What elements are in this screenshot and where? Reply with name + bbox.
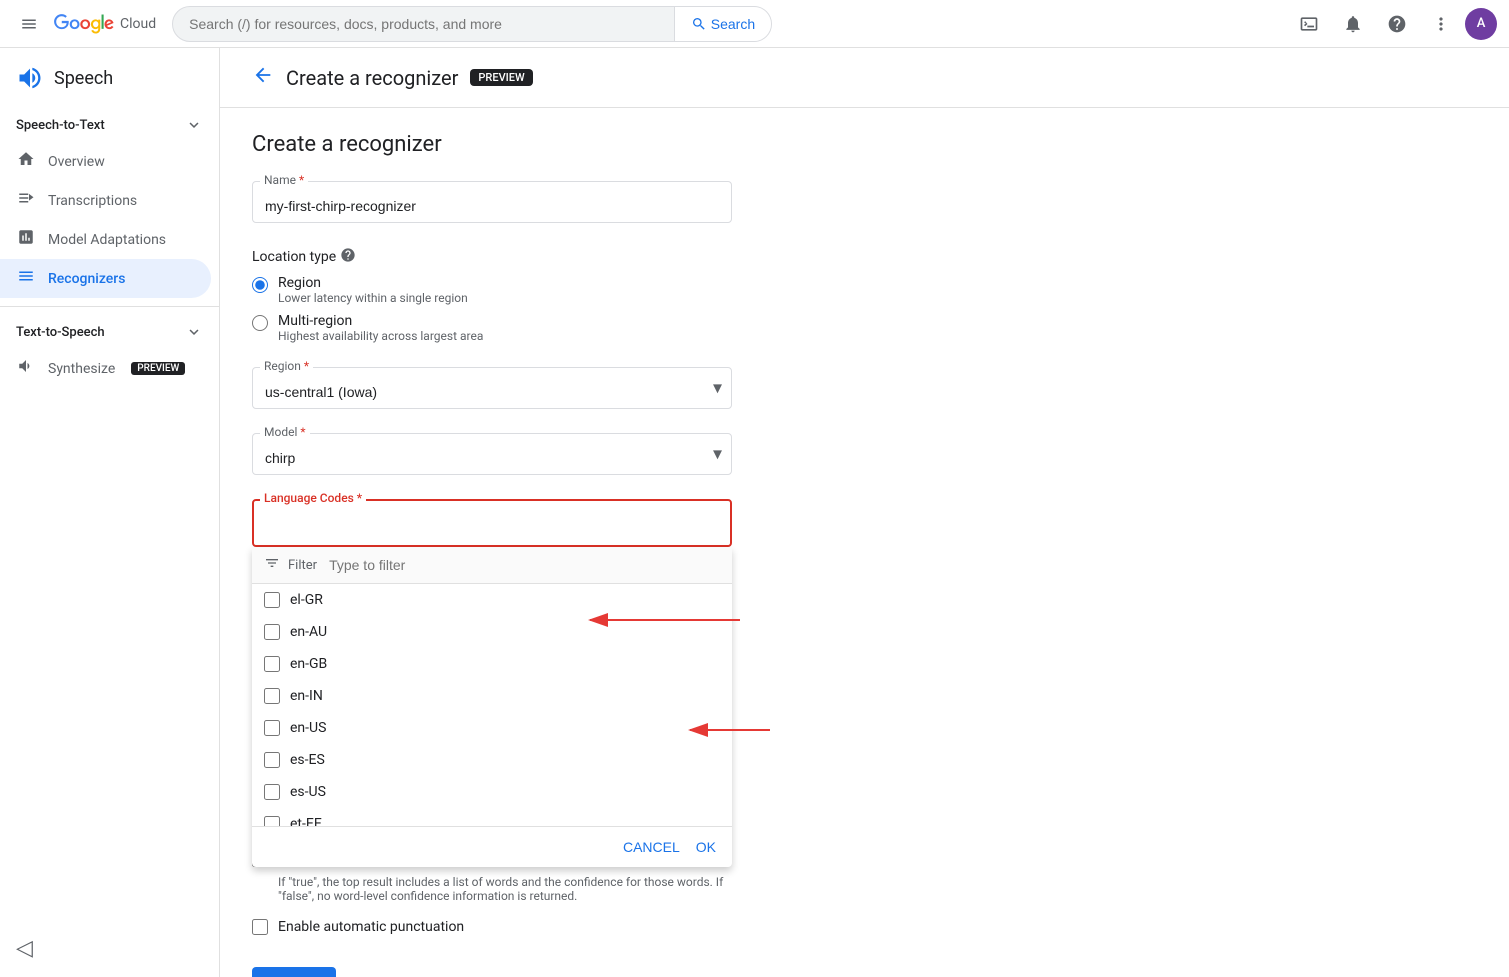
location-type-field: Location type Region Lower latency withi… bbox=[252, 247, 1477, 343]
name-label: Name * bbox=[260, 173, 308, 187]
sidebar-item-model-adaptations[interactable]: Model Adaptations bbox=[0, 220, 211, 259]
page-title: Create a recognizer bbox=[286, 66, 458, 90]
home-icon bbox=[16, 150, 36, 173]
lang-check-es-US[interactable] bbox=[264, 784, 280, 800]
region-option[interactable]: Region Lower latency within a single reg… bbox=[252, 275, 1477, 305]
region-radio-label: Region bbox=[278, 275, 468, 291]
lang-check-et-EE[interactable] bbox=[264, 816, 280, 826]
lang-item-el-GR[interactable]: el-GR bbox=[252, 584, 732, 616]
language-codes-wrapper: Language Codes * Filter bbox=[252, 499, 732, 547]
sidebar-item-overview[interactable]: Overview bbox=[0, 142, 211, 181]
model-field-label: Model * bbox=[260, 425, 310, 439]
lang-item-et-EE[interactable]: et-EE bbox=[252, 808, 732, 826]
location-help-icon[interactable] bbox=[340, 247, 356, 267]
google-cloud-logo[interactable]: Cloud bbox=[54, 12, 156, 36]
lang-item-en-GB[interactable]: en-GB bbox=[252, 648, 732, 680]
location-type-radio-group: Region Lower latency within a single reg… bbox=[252, 275, 1477, 343]
text-to-speech-section[interactable]: Text-to-Speech bbox=[0, 315, 219, 349]
sidebar-item-synthesize[interactable]: Synthesize PREVIEW bbox=[0, 349, 211, 388]
recognizers-icon bbox=[16, 267, 36, 290]
back-button[interactable] bbox=[252, 64, 274, 91]
region-radio[interactable] bbox=[252, 277, 268, 293]
sidebar-divider bbox=[0, 306, 219, 307]
lang-item-es-ES[interactable]: es-ES bbox=[252, 744, 732, 776]
sidebar-item-transcriptions[interactable]: Transcriptions bbox=[0, 181, 211, 220]
more-vert-icon[interactable] bbox=[1421, 4, 1461, 44]
auto-punctuation-checkbox[interactable] bbox=[252, 919, 268, 935]
dropdown-ok-button[interactable]: OK bbox=[696, 839, 716, 855]
region-field: Region * us-central1 (Iowa) ▾ bbox=[252, 367, 732, 409]
filter-label: Filter bbox=[288, 558, 317, 573]
cancel-button[interactable]: CANCEL bbox=[348, 967, 437, 977]
hamburger-menu[interactable] bbox=[12, 7, 46, 41]
lang-item-es-US[interactable]: es-US bbox=[252, 776, 732, 808]
preview-badge: PREVIEW bbox=[470, 69, 532, 86]
lang-item-en-AU[interactable]: en-AU bbox=[252, 616, 732, 648]
nav-icons: A bbox=[1289, 4, 1497, 44]
region-select[interactable]: us-central1 (Iowa) bbox=[252, 367, 732, 409]
synthesize-preview-badge: PREVIEW bbox=[131, 362, 185, 375]
region-radio-desc: Lower latency within a single region bbox=[278, 291, 468, 305]
collapse-sidebar-btn[interactable]: ◁ bbox=[0, 920, 219, 977]
lang-check-en-US[interactable] bbox=[264, 720, 280, 736]
page-header: Create a recognizer PREVIEW bbox=[220, 48, 1509, 108]
lang-item-en-US[interactable]: en-US bbox=[252, 712, 732, 744]
search-button[interactable]: Search bbox=[674, 7, 771, 41]
main-layout: Speech Speech-to-Text Overview Transcrip… bbox=[0, 48, 1509, 977]
form-title: Create a recognizer bbox=[252, 132, 1477, 157]
form-section: Create a recognizer Name * Location type bbox=[220, 108, 1509, 977]
auto-punctuation-row: Enable automatic punctuation bbox=[252, 919, 1477, 935]
model-adaptations-icon bbox=[16, 228, 36, 251]
model-select[interactable]: chirp bbox=[252, 433, 732, 475]
synthesize-icon bbox=[16, 357, 36, 380]
lang-check-en-GB[interactable] bbox=[264, 656, 280, 672]
word-confidence-desc: If "true", the top result includes a lis… bbox=[278, 875, 758, 903]
auto-punctuation-label: Enable automatic punctuation bbox=[278, 919, 464, 935]
filter-icon bbox=[264, 555, 280, 575]
sidebar: Speech Speech-to-Text Overview Transcrip… bbox=[0, 48, 220, 977]
main-content: Create a recognizer PREVIEW Create a rec… bbox=[220, 48, 1509, 977]
save-button[interactable]: SAVE bbox=[252, 967, 336, 977]
sidebar-logo: Speech bbox=[0, 56, 219, 108]
speech-to-text-section[interactable]: Speech-to-Text bbox=[0, 108, 219, 142]
cloud-text: Cloud bbox=[120, 16, 156, 32]
multiregion-radio[interactable] bbox=[252, 315, 268, 331]
lang-codes-label: Language Codes * bbox=[260, 491, 366, 505]
location-type-label: Location type bbox=[252, 247, 1477, 267]
sidebar-app-title: Speech bbox=[54, 68, 113, 89]
name-input[interactable] bbox=[252, 181, 732, 223]
lang-check-en-AU[interactable] bbox=[264, 624, 280, 640]
notifications-icon[interactable] bbox=[1333, 4, 1373, 44]
lang-item-en-IN[interactable]: en-IN bbox=[252, 680, 732, 712]
search-label: Search bbox=[711, 16, 755, 32]
transcriptions-icon bbox=[16, 189, 36, 212]
language-dropdown: Filter el-GR en-AU bbox=[252, 547, 732, 867]
multiregion-option[interactable]: Multi-region Highest availability across… bbox=[252, 313, 1477, 343]
lang-check-en-IN[interactable] bbox=[264, 688, 280, 704]
region-field-label: Region * bbox=[260, 359, 313, 373]
lang-check-el-GR[interactable] bbox=[264, 592, 280, 608]
form-actions: SAVE CANCEL bbox=[252, 959, 1477, 977]
model-field: Model * chirp ▾ bbox=[252, 433, 732, 475]
dropdown-filter: Filter bbox=[252, 547, 732, 584]
terminal-icon[interactable] bbox=[1289, 4, 1329, 44]
dropdown-list: el-GR en-AU en-GB en-IN bbox=[252, 584, 732, 826]
user-avatar[interactable]: A bbox=[1465, 8, 1497, 40]
lang-check-es-ES[interactable] bbox=[264, 752, 280, 768]
multiregion-radio-desc: Highest availability across largest area bbox=[278, 329, 483, 343]
multiregion-radio-label: Multi-region bbox=[278, 313, 483, 329]
dropdown-cancel-button[interactable]: CANCEL bbox=[623, 839, 680, 855]
help-icon[interactable] bbox=[1377, 4, 1417, 44]
search-input[interactable] bbox=[173, 16, 674, 32]
lang-codes-box[interactable] bbox=[252, 499, 732, 547]
search-container: Search bbox=[172, 6, 772, 42]
name-field: Name * bbox=[252, 181, 732, 223]
dropdown-actions: CANCEL OK bbox=[252, 826, 732, 867]
sidebar-item-recognizers[interactable]: Recognizers bbox=[0, 259, 211, 298]
top-nav: Cloud Search bbox=[0, 0, 1509, 48]
filter-input[interactable] bbox=[329, 557, 720, 573]
